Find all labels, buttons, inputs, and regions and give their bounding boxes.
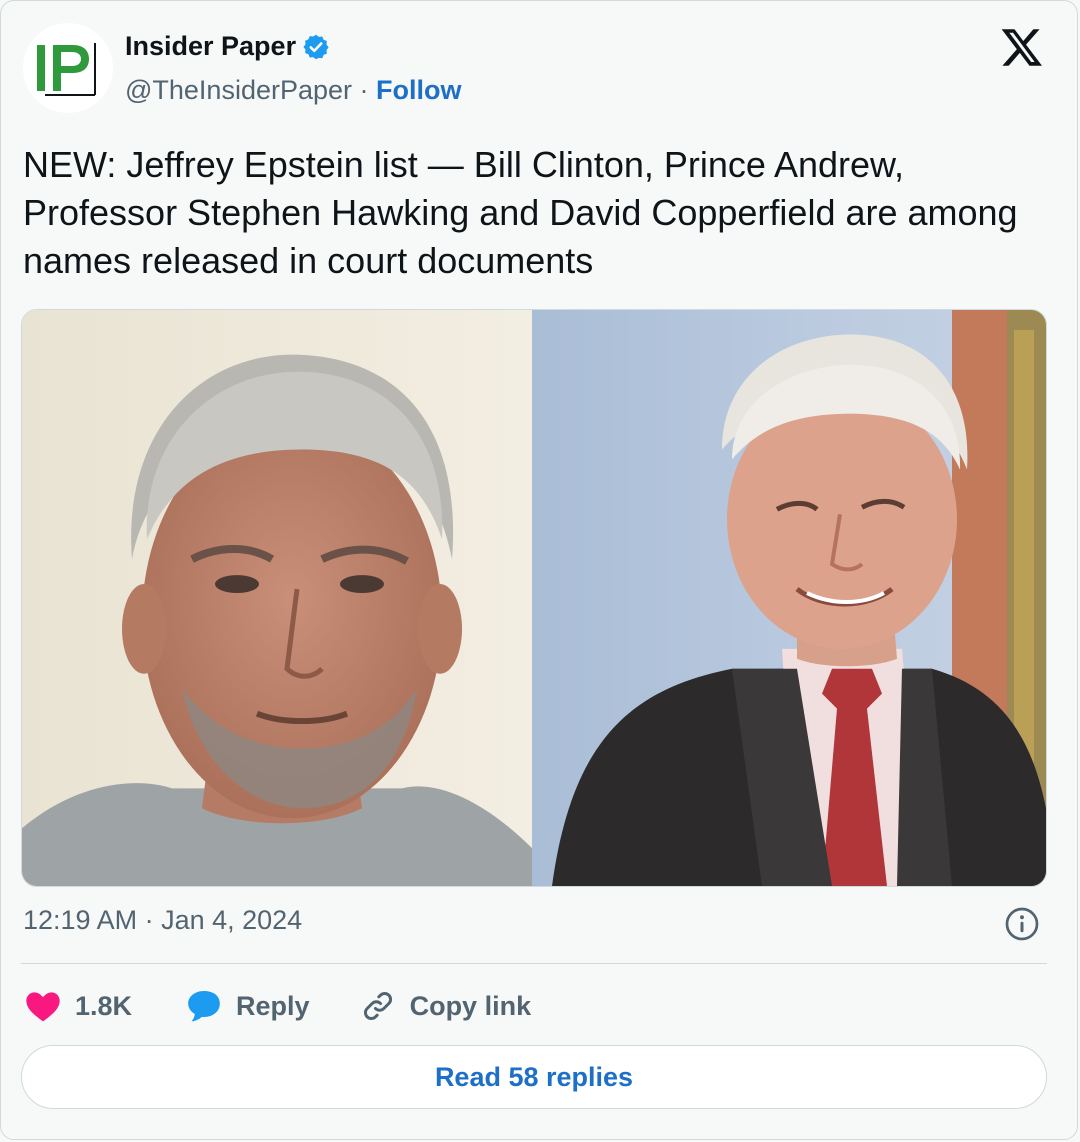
heart-icon <box>26 992 60 1022</box>
tweet-media[interactable] <box>21 309 1047 887</box>
follow-button[interactable]: Follow <box>376 75 461 105</box>
tweet-text: NEW: Jeffrey Epstein list — Bill Clinton… <box>23 144 1018 281</box>
photo-right <box>532 310 1046 886</box>
author-handle-row: @TheInsiderPaper · Follow <box>125 75 462 106</box>
like-button[interactable]: 1.8K <box>23 986 132 1026</box>
insider-paper-logo: IP <box>23 23 101 96</box>
reply-label: Reply <box>236 990 310 1021</box>
svg-text:IP: IP <box>23 23 24 24</box>
author-name[interactable]: Insider Paper <box>125 31 296 62</box>
divider <box>21 963 1047 964</box>
read-replies-label: Read 58 replies <box>434 1061 634 1092</box>
tweet-actions: 1.8K Reply Copy link <box>23 986 531 1026</box>
separator-dot: · <box>359 75 377 105</box>
copy-link-label: Copy link <box>409 990 532 1021</box>
link-icon <box>363 992 392 1020</box>
read-replies-button[interactable]: Read 58 replies <box>21 1045 1047 1109</box>
verified-badge-icon <box>303 34 329 59</box>
tweet-timestamp[interactable]: 12:19 AM · Jan 4, 2024 <box>23 905 302 936</box>
x-logo-icon[interactable] <box>999 25 1045 69</box>
tweet-embed-card: IP Insider Paper @TheInsiderPaper · Foll… <box>0 0 1078 1140</box>
likes-count: 1.8K <box>75 990 133 1021</box>
info-icon[interactable] <box>1004 906 1040 942</box>
copy-link-button[interactable]: Copy link <box>358 986 532 1026</box>
author-handle[interactable]: @TheInsiderPaper <box>125 75 352 105</box>
author-avatar[interactable]: IP <box>23 23 113 113</box>
photo-left <box>22 310 532 886</box>
author-name-row[interactable]: Insider Paper <box>125 31 330 62</box>
reply-bubble-icon <box>188 991 220 1022</box>
reply-button[interactable]: Reply <box>184 986 310 1026</box>
